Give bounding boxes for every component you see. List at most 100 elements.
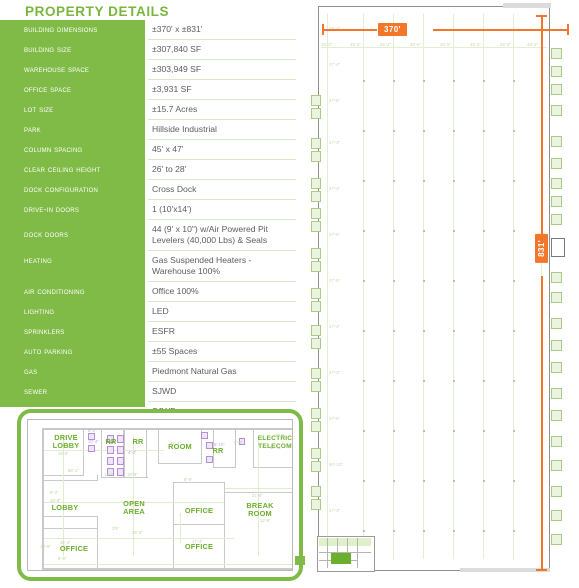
dock-door bbox=[551, 388, 562, 399]
sp-bay-dim: 45'-4" bbox=[350, 42, 362, 47]
spec-label-office-space: Office Space bbox=[24, 84, 72, 94]
spec-label-column-spacing: Column Spacing bbox=[24, 144, 83, 154]
sp-column bbox=[453, 130, 455, 132]
spec-row: Building Size ±307,840 SF bbox=[0, 40, 296, 60]
fp-dim-text: 9'-3" bbox=[50, 490, 59, 495]
fp-dim-text: 18'-9" bbox=[40, 544, 51, 549]
fp-partition bbox=[253, 467, 292, 469]
fp-partition bbox=[42, 528, 98, 530]
sp-left-dim: 47'-5" bbox=[329, 98, 341, 103]
sp-column bbox=[513, 480, 515, 482]
spec-label-building-dimensions: Building Dimensions bbox=[24, 24, 98, 34]
fp-dim-text: 18'-8" bbox=[127, 472, 138, 477]
sp-left-dim: 47'-4" bbox=[329, 324, 341, 329]
spec-row: Auto Parking ±55 Spaces bbox=[0, 342, 296, 362]
property-spec-table: Building Dimensions ±370' x ±831' Building… bbox=[0, 20, 296, 453]
sp-column bbox=[513, 80, 515, 82]
dock-door bbox=[551, 214, 562, 225]
sp-office-wall bbox=[357, 538, 358, 568]
sp-column bbox=[423, 80, 425, 82]
spec-row: Warehouse Space ±303,949 SF bbox=[0, 60, 296, 80]
sp-left-dim: 47'-3" bbox=[329, 508, 341, 513]
fp-wall-top bbox=[42, 428, 292, 430]
dock-door bbox=[551, 318, 562, 329]
sp-column bbox=[483, 180, 485, 182]
fp-partition bbox=[158, 463, 202, 465]
spec-label-auto-parking: Auto Parking bbox=[24, 346, 73, 356]
dock-door bbox=[551, 460, 562, 471]
sp-left-dim: 47'-4" bbox=[329, 186, 341, 191]
fp-fixture bbox=[107, 457, 114, 465]
sp-column bbox=[423, 530, 425, 532]
sp-column bbox=[363, 430, 365, 432]
sp-column bbox=[393, 330, 395, 332]
fp-dim-text: 6'-8" bbox=[234, 440, 243, 445]
fp-fixture bbox=[206, 456, 213, 463]
spec-label-park: Park bbox=[24, 124, 41, 134]
sp-bay-dim: 45'-5" bbox=[470, 42, 482, 47]
fp-dim-text: 45'-3" bbox=[60, 540, 71, 545]
dock-door bbox=[311, 499, 321, 510]
sp-column bbox=[453, 230, 455, 232]
spec-row: Lot Size ±15.7 Acres bbox=[0, 100, 296, 120]
fp-dim-text: 12'-0" bbox=[104, 472, 115, 477]
sp-column bbox=[363, 480, 365, 482]
dock-door bbox=[311, 248, 321, 259]
fp-partition bbox=[173, 482, 175, 569]
sp-bay-dim: 45'-5" bbox=[500, 42, 512, 47]
left-panel: PROPERTY DETAILS Building Dimensions ±370… bbox=[0, 0, 335, 588]
dock-door bbox=[311, 138, 321, 149]
dock-door bbox=[311, 178, 321, 189]
dock-door bbox=[551, 136, 562, 147]
fp-dim-text: 10'-4" bbox=[88, 439, 99, 444]
spec-row: Lighting LED bbox=[0, 302, 296, 322]
site-plan-drawing: 45'-2" 45'-4" 45'-4" 45'-5" 45'-5" 45'-5… bbox=[305, 0, 579, 588]
dim-831-cap-top bbox=[536, 15, 547, 17]
sp-office-wall bbox=[327, 538, 328, 568]
spec-label-building-size: Building Size bbox=[24, 44, 72, 54]
fp-room-restroom-1: RR bbox=[105, 437, 117, 446]
sp-column bbox=[513, 530, 515, 532]
sp-bay-dim: 45'-5" bbox=[440, 42, 452, 47]
fp-dim-text: 25'-3" bbox=[132, 530, 143, 535]
sp-column bbox=[393, 380, 395, 382]
sp-office-wall bbox=[337, 538, 338, 552]
spec-value-dock-configuration: Cross Dock bbox=[148, 180, 296, 200]
sp-grid-line bbox=[321, 47, 547, 48]
spec-label-dock-doors: Dock Doors bbox=[24, 229, 69, 239]
dim-370-line-left bbox=[322, 29, 377, 31]
fp-room-restroom-2: RR bbox=[132, 437, 144, 446]
dim-831-cap-bottom bbox=[536, 569, 547, 571]
spec-label-clear-ceiling-height: Clear Ceiling Height bbox=[24, 164, 101, 174]
dock-door bbox=[311, 261, 321, 272]
sp-column bbox=[483, 130, 485, 132]
dock-door bbox=[551, 410, 562, 421]
fp-dim-text: 11'-11" bbox=[270, 445, 283, 450]
dock-door bbox=[311, 221, 321, 232]
sp-column bbox=[483, 80, 485, 82]
sp-left-dim: 47'-3" bbox=[329, 370, 341, 375]
sp-column bbox=[453, 280, 455, 282]
dock-door bbox=[551, 362, 562, 373]
dock-door bbox=[311, 461, 321, 472]
fp-partition bbox=[213, 467, 235, 469]
dock-door bbox=[311, 448, 321, 459]
fp-dim-text: 4'-0" bbox=[128, 450, 137, 455]
sp-column bbox=[453, 430, 455, 432]
fp-fixture bbox=[117, 468, 124, 476]
fp-dim-line bbox=[44, 564, 292, 565]
spec-value-lot-size: ±15.7 Acres bbox=[148, 100, 296, 120]
fp-partition bbox=[124, 428, 126, 478]
spec-value-warehouse-space: ±303,949 SF bbox=[148, 60, 296, 80]
spec-value-sewer: SJWD bbox=[148, 382, 296, 402]
office-floorplan-drawing: DRIVE LOBBY RR RR ROOM RR ELECTRIC TELEC… bbox=[27, 419, 293, 571]
spec-row: Office Space ±3,931 SF bbox=[0, 80, 296, 100]
sp-column bbox=[513, 230, 515, 232]
page-title: PROPERTY DETAILS bbox=[25, 4, 170, 19]
spec-value-office-space: ±3,931 SF bbox=[148, 80, 296, 100]
fp-label: LOBBY bbox=[52, 441, 80, 451]
spec-value-auto-parking: ±55 Spaces bbox=[148, 342, 296, 362]
sp-column bbox=[363, 130, 365, 132]
sp-column bbox=[513, 280, 515, 282]
spec-row: Column Spacing 45' x 47' bbox=[0, 140, 296, 160]
